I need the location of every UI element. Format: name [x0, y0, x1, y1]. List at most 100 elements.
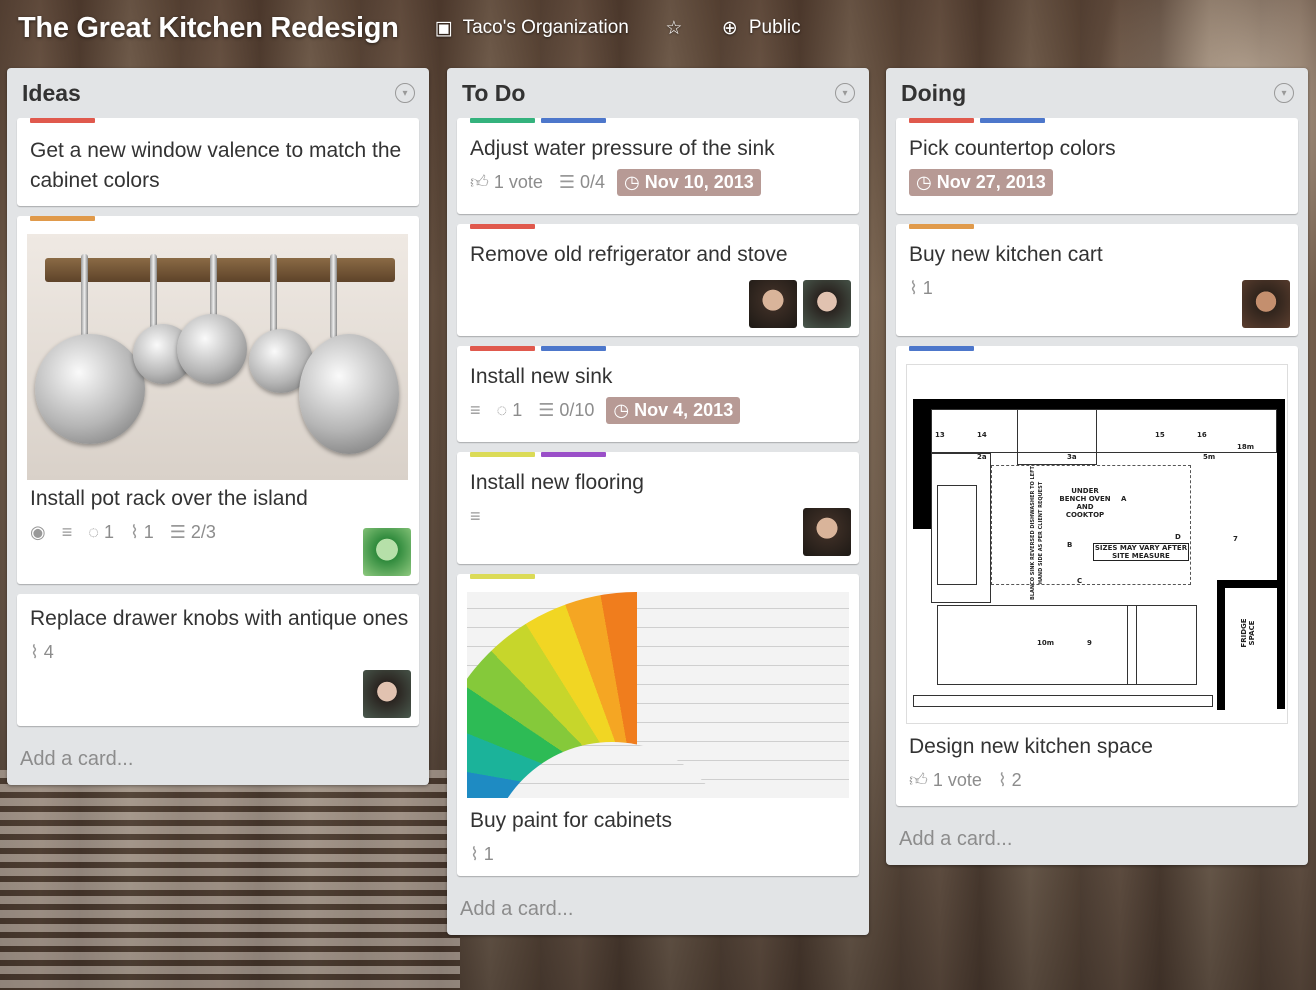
- plan-dimension: 10m: [1037, 639, 1055, 647]
- visibility-button[interactable]: ⊕ Public: [719, 17, 801, 40]
- card-labels: [30, 216, 409, 222]
- floor-plan-image: UNDER BENCH OVEN AND COOKTOP SIZES MAY V…: [906, 364, 1288, 724]
- paint-swatches-image: [467, 592, 849, 798]
- votes-badge: 👍︎ 1 vote: [909, 769, 982, 791]
- organization-link[interactable]: ▣ Taco's Organization: [433, 17, 629, 40]
- card-countertop[interactable]: Pick countertop colors ◷ Nov 27, 2013: [896, 118, 1298, 214]
- comment-icon: ◌: [88, 521, 99, 542]
- card-title: Pick countertop colors: [909, 137, 1116, 160]
- card-title: Install pot rack over the island: [30, 487, 308, 510]
- card-flooring[interactable]: Install new flooring ≡: [457, 452, 859, 564]
- plan-dimension: 13: [935, 431, 945, 439]
- add-card-link[interactable]: Add a card...: [457, 886, 859, 935]
- plan-marker: A: [1121, 495, 1127, 503]
- paperclip-icon: ⌇: [30, 641, 39, 662]
- list-menu-icon[interactable]: ▾: [835, 83, 855, 103]
- member-avatar[interactable]: [749, 280, 797, 328]
- label-yellow: [470, 452, 535, 457]
- checklist-badge: ☰ 0/4: [558, 171, 606, 192]
- star-button[interactable]: ☆: [663, 17, 685, 40]
- card-paint[interactable]: Buy paint for cabinets ⌇ 1: [457, 574, 859, 876]
- card-window-valence[interactable]: Get a new window valence to match the ca…: [17, 118, 419, 206]
- attachments-badge: ⌇ 2: [997, 769, 1022, 790]
- board-header: The Great Kitchen Redesign ▣ Taco's Orga…: [0, 0, 1316, 56]
- label-blue: [980, 118, 1045, 123]
- label-blue: [909, 346, 974, 351]
- checklist-icon: ☰: [538, 399, 555, 420]
- card-badges: 👍︎ 1 vote ☰ 0/4 ◷ Nov 10, 2013: [470, 168, 849, 196]
- add-card-link[interactable]: Add a card...: [896, 816, 1298, 865]
- card-badges: 👍︎ 1 vote ⌇ 2: [909, 766, 1288, 794]
- plan-dimension: 9: [1087, 639, 1092, 647]
- globe-icon: ⊕: [721, 17, 738, 39]
- plan-note: BLANCO SINK REVERSED DISHWASHER TO LEFT …: [1030, 466, 1044, 600]
- member-avatars: [749, 280, 851, 328]
- plan-dimension: 15: [1155, 431, 1165, 439]
- pot-rack-image: [27, 234, 408, 480]
- list-title: To Do: [462, 79, 526, 106]
- list-ideas: Ideas ▾ Get a new window valence to matc…: [7, 68, 429, 785]
- card-title: Buy paint for cabinets: [470, 809, 672, 832]
- label-yellow: [470, 574, 535, 579]
- description-icon: ≡: [470, 399, 481, 420]
- card-install-sink[interactable]: Install new sink ≡ ◌ 1 ☰ 0/10 ◷ Nov 4, 2013: [457, 346, 859, 442]
- clock-icon: ◷: [613, 399, 630, 420]
- plan-dimension: 18m: [1237, 443, 1255, 451]
- label-purple: [541, 452, 606, 457]
- plan-note: SIZES MAY VARY AFTER SITE MEASURE: [1093, 543, 1189, 561]
- checklist-icon: ☰: [169, 521, 186, 542]
- plan-marker: D: [1175, 533, 1181, 541]
- comments-badge: ◌ 1: [496, 399, 523, 420]
- member-avatar[interactable]: [803, 508, 851, 556]
- card-title: Install new flooring: [470, 471, 644, 494]
- clock-icon: ◷: [916, 171, 932, 192]
- card-kitchen-design[interactable]: UNDER BENCH OVEN AND COOKTOP SIZES MAY V…: [896, 346, 1298, 806]
- card-kitchen-cart[interactable]: Buy new kitchen cart ⌇ 1: [896, 224, 1298, 336]
- card-water-pressure[interactable]: Adjust water pressure of the sink 👍︎ 1 vo…: [457, 118, 859, 214]
- attachments-badge: ⌇ 1: [470, 843, 494, 864]
- label-red: [470, 346, 535, 351]
- list-menu-icon[interactable]: ▾: [395, 83, 415, 103]
- list-menu-icon[interactable]: ▾: [1274, 83, 1294, 103]
- star-icon: ☆: [665, 17, 683, 39]
- card-labels: [909, 346, 1288, 352]
- list-to-do: To Do ▾ Adjust water pressure of the sin…: [447, 68, 869, 935]
- plan-note: UNDER BENCH OVEN AND COOKTOP: [1059, 487, 1111, 519]
- label-blue: [541, 118, 606, 123]
- attachments-badge: ⌇ 1: [129, 521, 154, 542]
- member-avatar[interactable]: [363, 528, 411, 576]
- paperclip-icon: ⌇: [909, 277, 918, 298]
- member-avatar[interactable]: [363, 670, 411, 718]
- card-badges: ⌇ 4: [30, 638, 409, 666]
- member-avatar[interactable]: [1242, 280, 1290, 328]
- paperclip-icon: ⌇: [997, 769, 1007, 790]
- paperclip-icon: ⌇: [470, 843, 479, 864]
- due-date-badge: ◷ Nov 27, 2013: [909, 168, 1053, 196]
- checklist-badge: ☰ 2/3: [169, 521, 216, 542]
- label-red: [909, 118, 974, 123]
- checklist-badge: ☰ 0/10: [538, 399, 595, 420]
- card-pot-rack[interactable]: Install pot rack over the island ◉ ≡ ◌ 1 …: [17, 216, 419, 584]
- attachments-badge: ⌇ 4: [30, 641, 54, 662]
- label-red: [470, 224, 535, 229]
- thumbs-up-icon: 👍︎: [909, 770, 928, 790]
- label-blue: [541, 346, 606, 351]
- label-orange: [30, 216, 95, 221]
- card-badges: ⌇ 1: [909, 274, 1288, 302]
- board-title[interactable]: The Great Kitchen Redesign: [18, 12, 399, 45]
- member-avatar[interactable]: [803, 280, 851, 328]
- plan-dimension: 2a: [977, 453, 987, 461]
- list-header: To Do ▾: [457, 68, 859, 118]
- list-header: Doing ▾: [896, 68, 1298, 118]
- add-card-link[interactable]: Add a card...: [17, 736, 419, 785]
- plan-dimension: 3a: [1067, 453, 1077, 461]
- card-remove-fridge[interactable]: Remove old refrigerator and stove: [457, 224, 859, 336]
- plan-dimension: 14: [977, 431, 987, 439]
- card-title: Replace drawer knobs with antique ones: [30, 607, 409, 630]
- list-doing: Doing ▾ Pick countertop colors ◷ Nov 27, …: [886, 68, 1308, 865]
- card-badges: ≡ ◌ 1 ☰ 0/10 ◷ Nov 4, 2013: [470, 396, 849, 424]
- organization-icon: ▣: [434, 17, 453, 39]
- list-header: Ideas ▾: [17, 68, 419, 118]
- plan-dimension: 7: [1233, 535, 1238, 543]
- card-drawer-knobs[interactable]: Replace drawer knobs with antique ones ⌇…: [17, 594, 419, 726]
